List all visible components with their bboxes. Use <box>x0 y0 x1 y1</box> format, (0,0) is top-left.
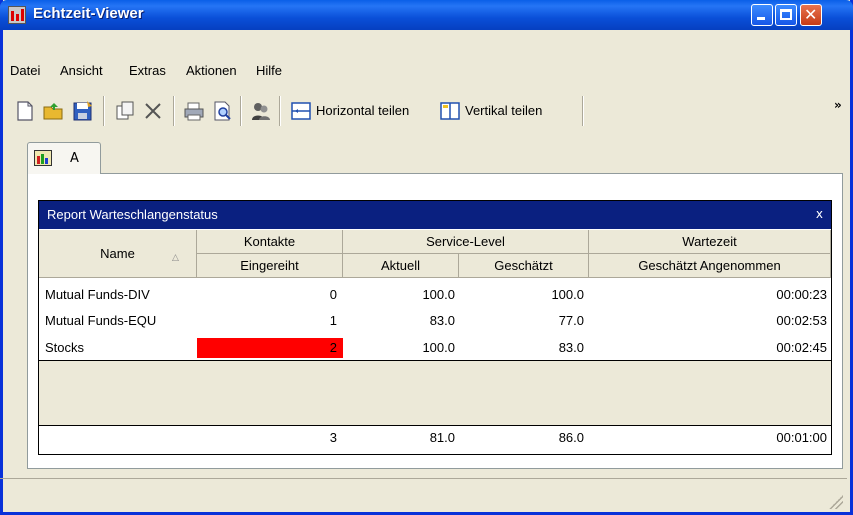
cell-name: Mutual Funds-EQU <box>45 313 157 328</box>
cell-eingereiht-alert: 2 <box>197 338 343 358</box>
app-chart-icon[interactable] <box>8 6 26 24</box>
sort-arrow-icon: △ <box>172 253 179 263</box>
column-header-geschaetzt[interactable]: Geschätzt <box>459 254 589 278</box>
tab-label: A <box>70 151 79 166</box>
close-icon: ✕ <box>804 5 818 24</box>
cell-geschaetzt: 83.0 <box>558 340 584 355</box>
report-close-button[interactable]: x <box>816 207 823 221</box>
minimize-button[interactable] <box>751 4 773 26</box>
cell-name: Mutual Funds-DIV <box>45 287 150 302</box>
save-icon[interactable] <box>72 100 94 122</box>
cell-aktuell: 83.0 <box>429 313 455 328</box>
column-header-aktuell[interactable]: Aktuell <box>343 254 459 278</box>
title-bar[interactable]: Echtzeit-Viewer ✕ <box>0 0 853 30</box>
menu-datei[interactable]: Datei <box>10 62 40 80</box>
menu-ansicht[interactable]: Ansicht <box>60 62 103 80</box>
new-document-icon[interactable] <box>14 100 36 122</box>
cell-wartezeit: 00:02:45 <box>776 340 827 355</box>
split-horizontal-icon[interactable] <box>290 100 312 122</box>
maximize-button[interactable] <box>775 4 797 26</box>
toolbar-overflow-button[interactable]: » <box>834 98 842 112</box>
split-horizontal-button[interactable]: Horizontal teilen <box>316 103 409 118</box>
total-geschaetzt: 86.0 <box>558 430 584 445</box>
window-title: Echtzeit-Viewer <box>33 5 144 22</box>
report-panel: Report Warteschlangenstatus x Name △ Kon… <box>38 200 832 455</box>
close-button[interactable]: ✕ <box>800 4 822 26</box>
print-preview-icon[interactable] <box>211 100 233 122</box>
report-header[interactable]: Report Warteschlangenstatus x <box>39 201 831 229</box>
delete-icon[interactable] <box>142 100 164 122</box>
toolbar-separator <box>240 96 242 126</box>
resize-grip-icon[interactable] <box>829 495 843 509</box>
cell-geschaetzt: 100.0 <box>551 287 584 302</box>
cell-wartezeit: 00:02:53 <box>776 313 827 328</box>
column-group-kontakte: Kontakte <box>197 230 343 254</box>
cell-geschaetzt: 77.0 <box>558 313 584 328</box>
toolbar-separator <box>582 96 584 126</box>
menu-hilfe[interactable]: Hilfe <box>256 62 282 80</box>
column-group-service-level: Service-Level <box>343 230 589 254</box>
cell-aktuell: 100.0 <box>422 287 455 302</box>
report-title: Report Warteschlangenstatus <box>47 207 218 222</box>
toolbar-separator <box>279 96 281 126</box>
split-vertical-icon[interactable] <box>439 100 461 122</box>
cell-aktuell: 100.0 <box>422 340 455 355</box>
open-folder-icon[interactable] <box>42 100 64 122</box>
chart-icon <box>34 150 52 166</box>
empty-area <box>39 361 831 425</box>
cell-eingereiht: 0 <box>329 287 337 302</box>
column-header-eingereiht[interactable]: Eingereiht <box>197 254 343 278</box>
total-aktuell: 81.0 <box>429 430 455 445</box>
cell-wartezeit: 00:00:23 <box>776 287 827 302</box>
menu-aktionen[interactable]: Aktionen <box>186 62 237 80</box>
users-icon[interactable] <box>250 100 272 122</box>
print-icon[interactable] <box>183 100 205 122</box>
column-header-geschaetzt-angenommen[interactable]: Geschätzt Angenommen <box>589 254 831 278</box>
maximize-icon <box>780 9 792 20</box>
totals-divider <box>39 425 831 426</box>
column-group-wartezeit: Wartezeit <box>589 230 831 254</box>
cell-name: Stocks <box>45 340 85 355</box>
minimize-icon <box>757 17 765 20</box>
cell-eingereiht: 1 <box>329 313 337 328</box>
total-wartezeit: 00:01:00 <box>776 430 827 445</box>
total-eingereiht: 3 <box>329 430 337 445</box>
toolbar-separator <box>103 96 105 126</box>
copy-icon[interactable] <box>114 100 136 122</box>
split-vertical-button[interactable]: Vertikal teilen <box>465 103 542 118</box>
column-header-name-label: Name <box>100 246 135 261</box>
status-bar <box>0 478 847 513</box>
menu-extras[interactable]: Extras <box>129 62 166 80</box>
tab-a[interactable]: A <box>27 142 101 174</box>
toolbar-separator <box>173 96 175 126</box>
